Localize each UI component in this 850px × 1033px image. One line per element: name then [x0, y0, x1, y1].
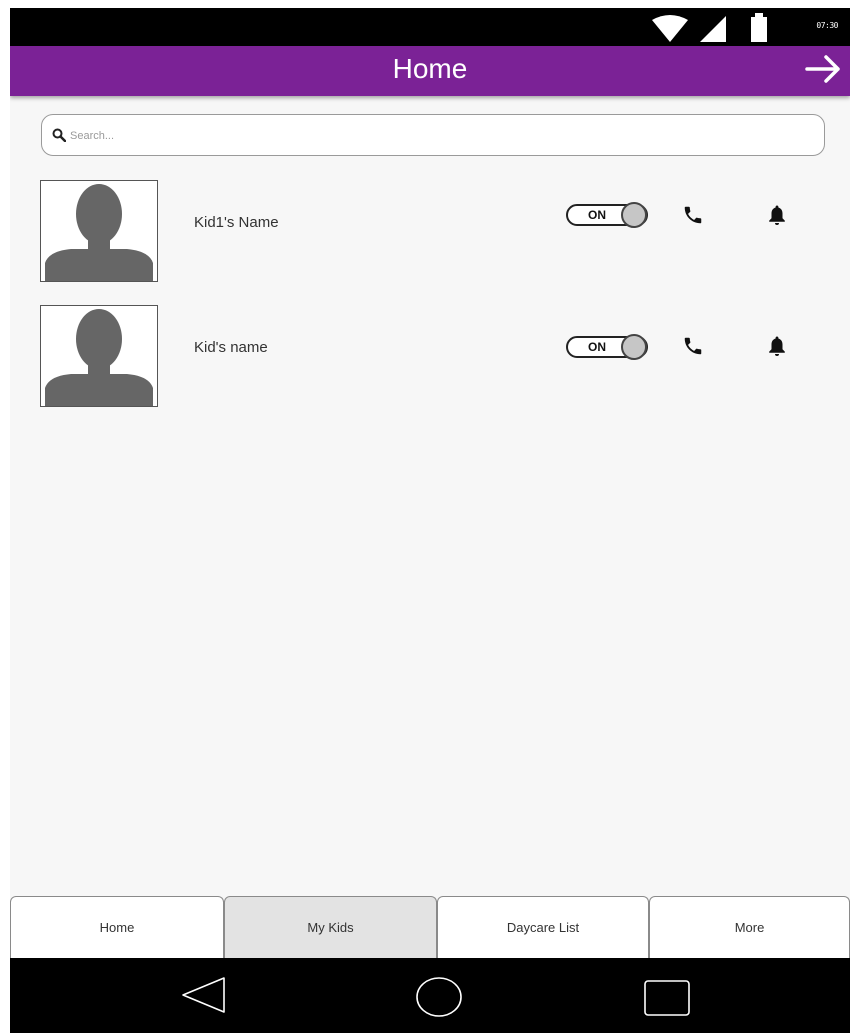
avatar — [40, 305, 158, 407]
kid-name: Kid's name — [194, 339, 268, 356]
status-time: 07:30 — [816, 21, 838, 30]
person-silhouette-icon — [45, 184, 153, 281]
arrow-right-icon[interactable] — [804, 52, 842, 86]
tracking-toggle[interactable]: ON — [566, 334, 650, 360]
kid-list-item[interactable]: Kid1's Name ON — [10, 180, 850, 284]
search-bar[interactable] — [41, 114, 825, 156]
search-input[interactable] — [68, 125, 792, 147]
app-bar: Home — [10, 46, 850, 96]
toggle-label: ON — [588, 340, 606, 354]
tab-my-kids[interactable]: My Kids — [224, 896, 437, 958]
home-circle-icon[interactable] — [415, 976, 463, 1018]
person-silhouette-icon — [45, 309, 153, 406]
bell-icon[interactable] — [767, 335, 787, 357]
tab-home[interactable]: Home — [10, 896, 224, 958]
kid-name: Kid1's Name — [194, 214, 279, 231]
phone-icon[interactable] — [682, 335, 704, 357]
toggle-knob — [621, 202, 647, 228]
back-triangle-icon[interactable] — [178, 975, 228, 1015]
tab-daycare-list[interactable]: Daycare List — [437, 896, 649, 958]
tab-more[interactable]: More — [649, 896, 850, 958]
wifi-icon — [652, 15, 688, 42]
phone-icon[interactable] — [682, 204, 704, 226]
bell-icon[interactable] — [767, 204, 787, 226]
battery-icon — [751, 13, 767, 42]
signal-icon — [700, 16, 726, 42]
recent-apps-square-icon[interactable] — [642, 978, 692, 1018]
avatar — [40, 180, 158, 282]
bottom-tab-bar: Home My Kids Daycare List More — [10, 896, 850, 958]
status-bar: 07:30 — [10, 8, 850, 46]
toggle-label: ON — [588, 208, 606, 222]
page-title: Home — [392, 53, 468, 84]
search-icon — [52, 128, 66, 142]
toggle-knob — [621, 334, 647, 360]
phone-screen: 07:30 Home Kid1's Name ON — [10, 8, 850, 1033]
tracking-toggle[interactable]: ON — [566, 202, 650, 228]
kid-list-item[interactable]: Kid's name ON — [10, 305, 850, 409]
system-nav-bar — [10, 958, 850, 1033]
